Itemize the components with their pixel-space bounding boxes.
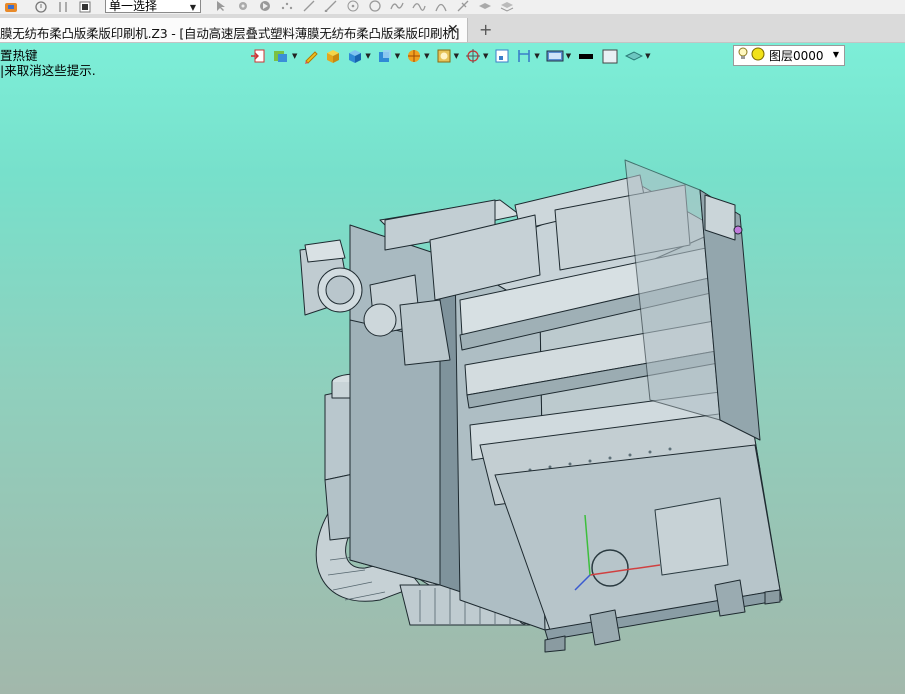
cad-application-window: 单一选择 ▼ 膜无纺布柔凸版柔版印刷机.Z3 - [自动高速层叠式塑料薄膜无纺布… — [0, 0, 905, 694]
printing-machine-model — [299, 159, 783, 653]
cad-viewport[interactable] — [0, 0, 905, 694]
